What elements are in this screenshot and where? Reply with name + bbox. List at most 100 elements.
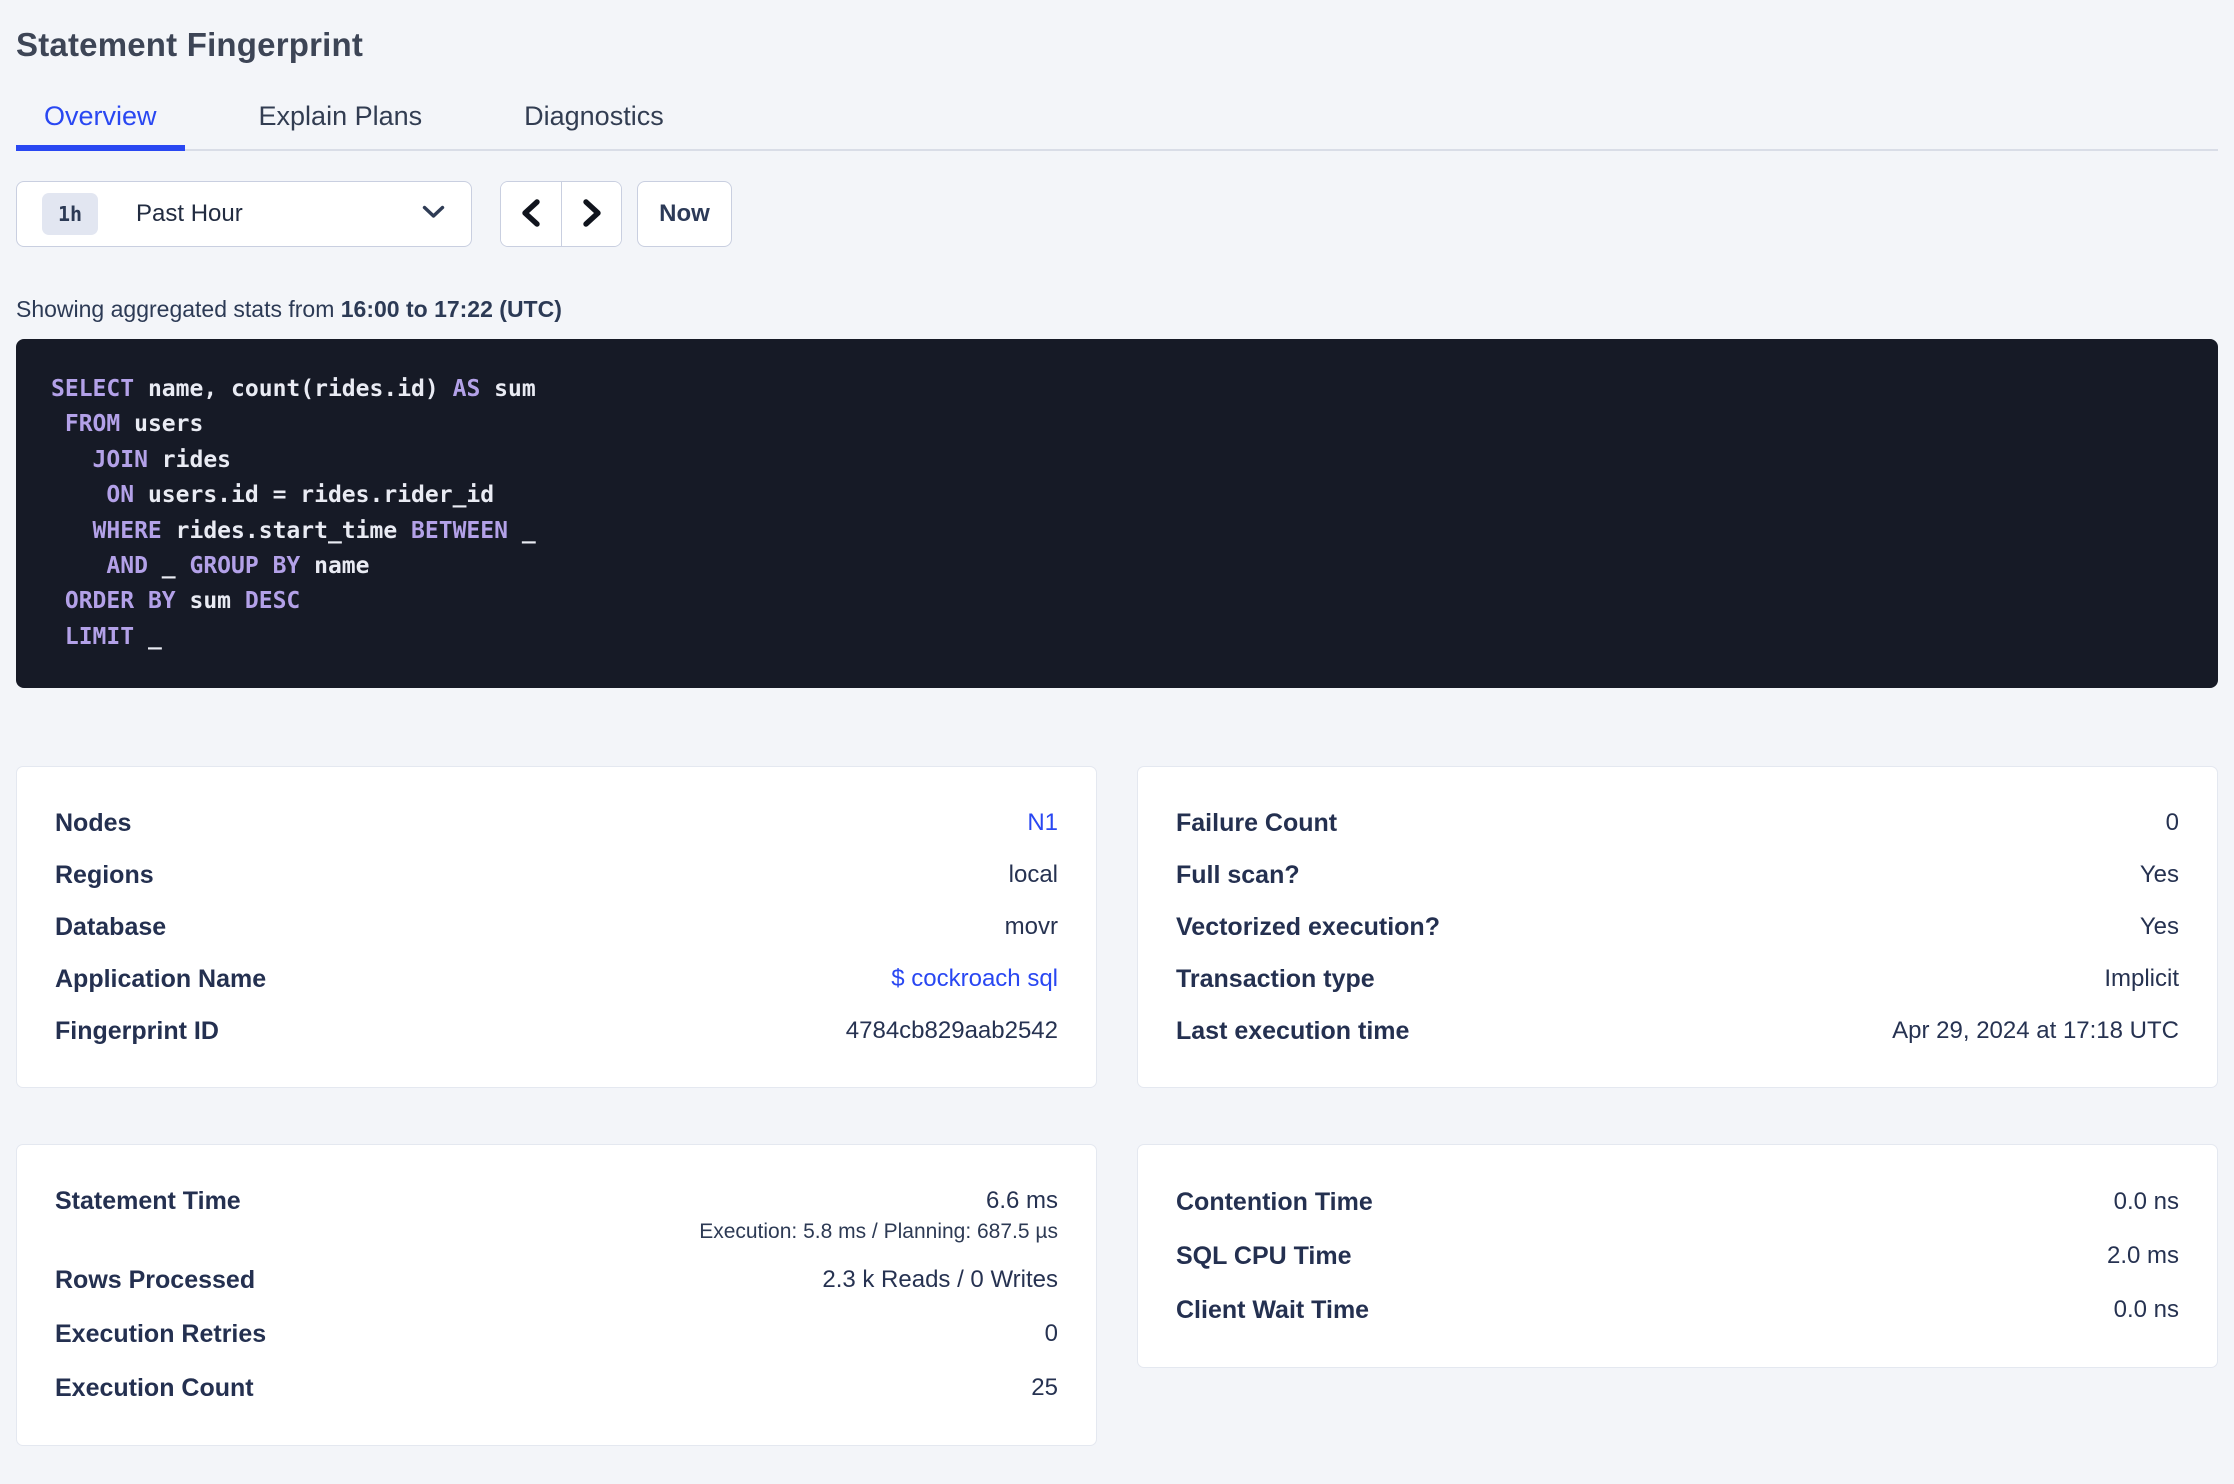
- sql-token: name, count(rides.id): [134, 376, 453, 402]
- row-value: 4784cb829aab2542: [845, 1017, 1058, 1045]
- detail-row: Execution Retries 0: [55, 1307, 1058, 1361]
- time-toolbar: 1h Past Hour Now: [16, 181, 2218, 247]
- row-label: SQL CPU Time: [1176, 1241, 1352, 1270]
- sql-line: JOIN rides: [51, 443, 2183, 478]
- detail-row: Vectorized execution? Yes: [1176, 901, 2179, 953]
- sql-line: SELECT name, count(rides.id) AS sum: [51, 372, 2183, 407]
- detail-row: Nodes N1: [55, 797, 1058, 849]
- sql-token: ORDER BY: [64, 588, 176, 615]
- row-label: Database: [55, 912, 167, 941]
- nodes-link[interactable]: N1: [1027, 809, 1058, 837]
- row-value: 0: [1044, 1320, 1058, 1348]
- row-value: 2.0 ms: [2106, 1242, 2179, 1270]
- row-value: movr: [1004, 913, 1058, 941]
- sql-token: _: [507, 517, 536, 544]
- now-button[interactable]: Now: [637, 181, 732, 247]
- sql-token: _: [147, 553, 190, 580]
- row-value: 0: [2165, 809, 2179, 837]
- detail-row: Transaction type Implicit: [1176, 953, 2179, 1005]
- time-range-arrows: [500, 181, 622, 247]
- sql-line: LIMIT _: [51, 620, 2183, 655]
- value-block: 6.6 ms Execution: 5.8 ms / Planning: 687…: [699, 1175, 1058, 1245]
- row-value: Yes: [2139, 913, 2179, 941]
- sql-token: sum: [480, 376, 536, 402]
- card-statement-times: Statement Time 6.6 ms Execution: 5.8 ms …: [16, 1144, 1097, 1447]
- sql-token: GROUP BY: [189, 553, 301, 580]
- page-title: Statement Fingerprint: [16, 26, 364, 63]
- row-label: Client Wait Time: [1176, 1295, 1370, 1324]
- time-range-select[interactable]: 1h Past Hour: [16, 181, 472, 247]
- statement-fingerprint-page: Statement Fingerprint Overview Explain P…: [0, 26, 2234, 1447]
- card-execution-attributes: Failure Count 0 Full scan? Yes Vectorize…: [1137, 766, 2218, 1089]
- sql-token: rides.start_time: [161, 517, 412, 544]
- details-cards-row: Nodes N1 Regions local Database movr App…: [16, 766, 2218, 1089]
- sql-line: ON users.id = rides.rider_id: [51, 478, 2183, 513]
- row-label: Vectorized execution?: [1176, 912, 1440, 941]
- stats-prefix: Showing aggregated stats from: [16, 296, 341, 322]
- detail-row: Client Wait Time 0.0 ns: [1176, 1283, 2179, 1337]
- prev-time-range-button[interactable]: [501, 182, 561, 246]
- row-label: Contention Time: [1176, 1187, 1373, 1216]
- detail-row: Full scan? Yes: [1176, 849, 2179, 901]
- row-label: Transaction type: [1176, 964, 1375, 993]
- detail-row: Application Name $ cockroach sql: [55, 953, 1058, 1005]
- chevron-left-icon: [519, 198, 543, 231]
- row-label: Execution Retries: [55, 1319, 267, 1348]
- sql-token: SELECT: [51, 376, 135, 402]
- sql-token: LIMIT: [64, 623, 135, 650]
- sql-token: JOIN: [92, 446, 148, 473]
- sql-token: AND: [106, 553, 148, 580]
- sql-token: WHERE: [92, 517, 162, 544]
- row-subdetail: Execution: 5.8 ms / Planning: 687.5 µs: [699, 1220, 1058, 1244]
- row-value: Yes: [2139, 861, 2179, 889]
- performance-cards-row: Statement Time 6.6 ms Execution: 5.8 ms …: [16, 1144, 2218, 1447]
- row-value: local: [1008, 861, 1058, 889]
- row-label: Failure Count: [1176, 808, 1338, 837]
- tab-diagnostics[interactable]: Diagnostics: [496, 100, 692, 149]
- detail-row: Last execution time Apr 29, 2024 at 17:1…: [1176, 1005, 2179, 1057]
- row-label: Execution Count: [55, 1373, 254, 1402]
- row-value: Implicit: [2104, 965, 2179, 993]
- card-wait-times: Contention Time 0.0 ns SQL CPU Time 2.0 …: [1137, 1144, 2218, 1369]
- tab-overview[interactable]: Overview: [16, 100, 185, 151]
- sql-line: AND _ GROUP BY name: [51, 549, 2183, 584]
- sql-line: FROM users: [51, 407, 2183, 442]
- row-label: Regions: [55, 860, 154, 889]
- detail-row: Failure Count 0: [1176, 797, 2179, 849]
- detail-row: Database movr: [55, 901, 1058, 953]
- chevron-right-icon: [580, 198, 604, 231]
- row-value: 0.0 ns: [2113, 1296, 2179, 1324]
- sql-token: name: [300, 553, 370, 580]
- row-value: 25: [1031, 1374, 1058, 1402]
- sql-token: ON: [106, 482, 135, 509]
- app-name-link[interactable]: $ cockroach sql: [891, 965, 1058, 993]
- detail-row: Statement Time 6.6 ms Execution: 5.8 ms …: [55, 1175, 1058, 1245]
- row-label: Nodes: [55, 808, 132, 837]
- row-label: Full scan?: [1176, 860, 1300, 889]
- card-statement-details: Nodes N1 Regions local Database movr App…: [16, 766, 1097, 1089]
- detail-row: Rows Processed 2.3 k Reads / 0 Writes: [55, 1253, 1058, 1307]
- row-label: Statement Time: [55, 1187, 241, 1216]
- sql-statement-box: SELECT name, count(rides.id) AS sum FROM…: [16, 339, 2218, 689]
- row-label: Last execution time: [1176, 1016, 1410, 1045]
- tab-bar: Overview Explain Plans Diagnostics: [16, 100, 2218, 151]
- sql-token: sum: [175, 588, 245, 615]
- row-value: 2.3 k Reads / 0 Writes: [822, 1266, 1058, 1294]
- detail-row: Execution Count 25: [55, 1361, 1058, 1415]
- sql-token: FROM: [64, 411, 121, 438]
- detail-row: SQL CPU Time 2.0 ms: [1176, 1229, 2179, 1283]
- next-time-range-button[interactable]: [561, 182, 621, 246]
- tab-explain-plans[interactable]: Explain Plans: [231, 100, 451, 149]
- sql-token: users.id = rides.rider_id: [134, 482, 495, 509]
- time-range-label: Past Hour: [136, 200, 243, 227]
- sql-token: DESC: [244, 588, 301, 615]
- sql-token: users: [120, 411, 204, 438]
- row-label: Rows Processed: [55, 1265, 256, 1294]
